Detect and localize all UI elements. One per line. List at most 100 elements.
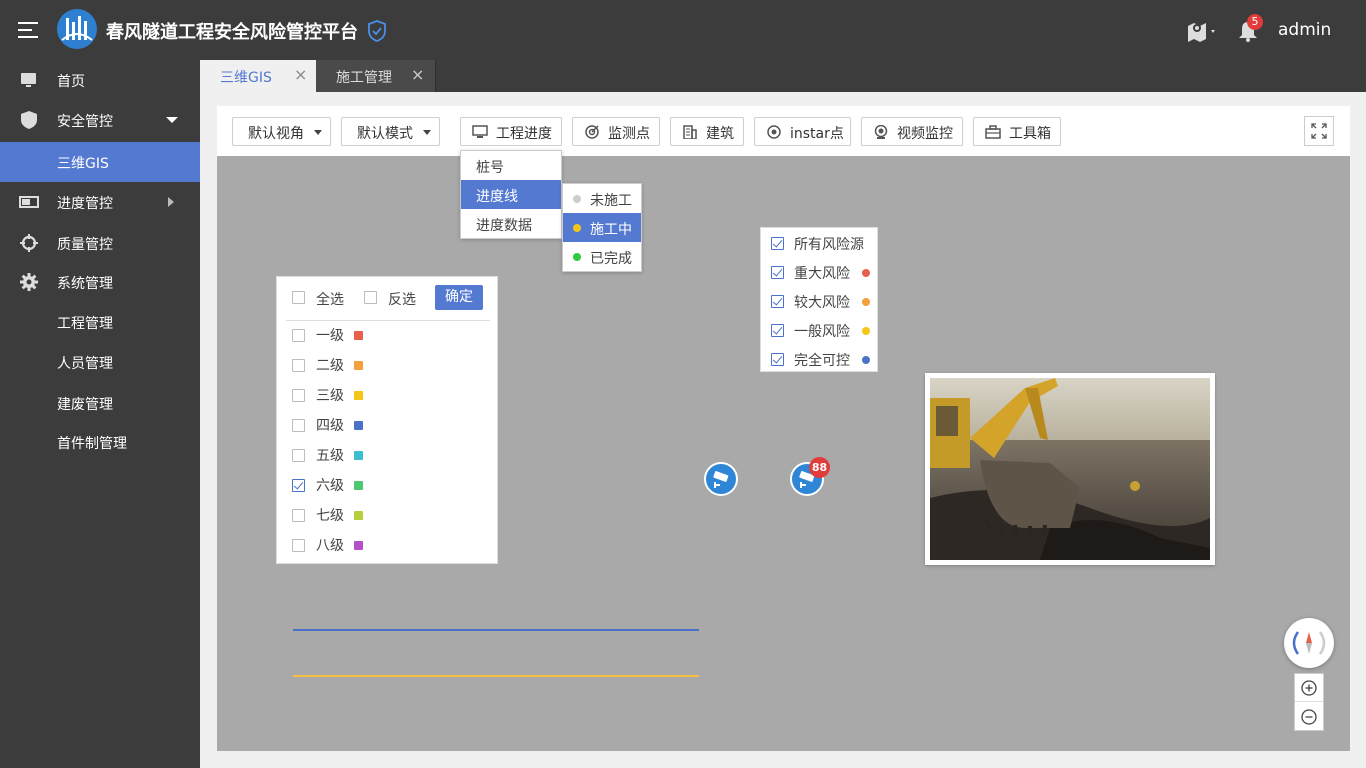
zoom-in-icon [1301, 680, 1317, 696]
sidebar-item-waste[interactable]: 建废管理 [0, 383, 200, 423]
level-checkbox[interactable] [292, 449, 305, 462]
app-logo [57, 9, 97, 49]
fullscreen-button[interactable] [1304, 116, 1334, 146]
close-icon[interactable]: × [411, 65, 424, 84]
camera-marker[interactable] [704, 462, 738, 496]
level-checkbox[interactable] [292, 359, 305, 372]
level-checkbox[interactable] [292, 419, 305, 432]
sidebar-item-3d-gis[interactable]: 三维GIS [0, 142, 200, 182]
level-checkbox[interactable] [292, 509, 305, 522]
crosshair-icon [20, 234, 38, 252]
level-color-swatch [354, 361, 363, 370]
level-row[interactable]: 四级 [277, 410, 499, 440]
view-select-value: 默认视角 [248, 126, 304, 142]
invert-checkbox[interactable] [364, 291, 377, 304]
sidebar-item-personnel[interactable]: 人员管理 [0, 342, 200, 382]
progress-icon [19, 196, 39, 208]
submenu-item-completed[interactable]: 已完成 [563, 242, 641, 271]
close-icon[interactable]: × [294, 65, 307, 84]
site-photo-popup[interactable] [925, 373, 1215, 565]
sidebar-item-system[interactable]: 系统管理 [0, 262, 200, 302]
project-progress-button[interactable]: 工程进度 [460, 117, 562, 146]
map-pin-icon[interactable] [1186, 20, 1220, 42]
tab-3d-gis[interactable]: 三维GIS × [200, 60, 316, 92]
toolbox-button[interactable]: 工具箱 [973, 117, 1061, 146]
zoom-control [1294, 673, 1324, 731]
fullscreen-icon [1311, 123, 1327, 139]
select-all-label: 全选 [316, 292, 344, 308]
risk-row[interactable]: 重大风险 [761, 258, 879, 287]
level-label: 六级 [316, 478, 344, 494]
menu-item-label: 桩号 [476, 160, 504, 176]
zoom-in-button[interactable] [1295, 674, 1323, 702]
sidebar-item-project[interactable]: 工程管理 [0, 302, 200, 342]
risk-row[interactable]: 较大风险 [761, 287, 879, 316]
building-button[interactable]: 建筑 [670, 117, 744, 146]
level-checkbox[interactable] [292, 539, 305, 552]
monitoring-point-button[interactable]: 监测点 [572, 117, 660, 146]
sidebar-item-safety[interactable]: 安全管控 [0, 100, 200, 140]
view-select[interactable]: 默认视角 [232, 117, 331, 146]
sidebar-item-progress[interactable]: 进度管控 [0, 182, 200, 222]
sidebar-item-label: 首件制管理 [57, 436, 127, 452]
risk-label: 重大风险 [794, 266, 850, 282]
select-all-checkbox[interactable] [292, 291, 305, 304]
menu-item-progress-line[interactable]: 进度线 [461, 180, 561, 209]
level-label: 八级 [316, 538, 344, 554]
level-label: 七级 [316, 508, 344, 524]
tab-construction[interactable]: 施工管理 × [316, 60, 436, 92]
risk-filter-panel: 所有风险源 重大风险 较大风险 一般风险 完全可控 [760, 227, 878, 372]
sidebar-item-quality[interactable]: 质量管控 [0, 223, 200, 263]
level-row[interactable]: 八级 [277, 530, 499, 560]
level-color-swatch [354, 511, 363, 520]
chevron-down-icon [166, 117, 178, 123]
risk-row[interactable]: 一般风险 [761, 316, 879, 345]
menu-item-progress-data[interactable]: 进度数据 [461, 209, 561, 238]
chevron-right-icon [168, 197, 174, 207]
risk-row-all[interactable]: 所有风险源 [761, 229, 879, 258]
level-row[interactable]: 二级 [277, 350, 499, 380]
sidebar-item-label: 三维GIS [57, 156, 109, 172]
level-row[interactable]: 六级 [277, 470, 499, 500]
toolbox-icon [985, 125, 1001, 139]
submenu-item-in-progress[interactable]: 施工中 [563, 213, 641, 242]
submenu-item-not-started[interactable]: 未施工 [563, 184, 641, 213]
sidebar-item-label: 进度管控 [57, 196, 113, 212]
compass-control[interactable] [1284, 618, 1334, 668]
compass-icon [1292, 631, 1326, 655]
video-monitor-button[interactable]: 视频监控 [861, 117, 963, 146]
gear-icon [20, 273, 38, 291]
sidebar-item-first-piece[interactable]: 首件制管理 [0, 422, 200, 462]
level-row[interactable]: 七级 [277, 500, 499, 530]
level-checkbox[interactable] [292, 329, 305, 342]
level-row[interactable]: 三级 [277, 380, 499, 410]
menu-item-station[interactable]: 桩号 [461, 151, 561, 180]
chevron-down-icon [314, 130, 322, 135]
instar-point-button[interactable]: instar点 [754, 117, 851, 146]
status-dot [573, 224, 581, 232]
level-row[interactable]: 一级 [277, 320, 499, 350]
level-row[interactable]: 五级 [277, 440, 499, 470]
level-checkbox[interactable] [292, 479, 305, 492]
risk-label: 所有风险源 [794, 237, 864, 253]
camera-icon [874, 125, 888, 139]
user-name[interactable]: admin [1278, 20, 1331, 40]
risk-checkbox[interactable] [771, 295, 784, 308]
risk-checkbox[interactable] [771, 324, 784, 337]
risk-row[interactable]: 完全可控 [761, 345, 879, 374]
level-filter-panel: 全选 反选 确定 一级 二级 三级 四级 五级 六级 七级 八级 [276, 276, 498, 564]
risk-checkbox[interactable] [771, 237, 784, 250]
mode-select[interactable]: 默认模式 [341, 117, 440, 146]
level-checkbox[interactable] [292, 389, 305, 402]
button-label: 工具箱 [1009, 126, 1051, 142]
menu-toggle-icon[interactable] [18, 22, 38, 38]
menu-item-label: 进度数据 [476, 218, 532, 234]
level-color-swatch [354, 541, 363, 550]
confirm-button[interactable]: 确定 [435, 285, 483, 310]
notification-badge: 5 [1247, 14, 1263, 30]
level-label: 五级 [316, 448, 344, 464]
sidebar-item-home[interactable]: 首页 [0, 60, 200, 100]
risk-checkbox[interactable] [771, 353, 784, 366]
zoom-out-button[interactable] [1295, 703, 1323, 731]
risk-checkbox[interactable] [771, 266, 784, 279]
